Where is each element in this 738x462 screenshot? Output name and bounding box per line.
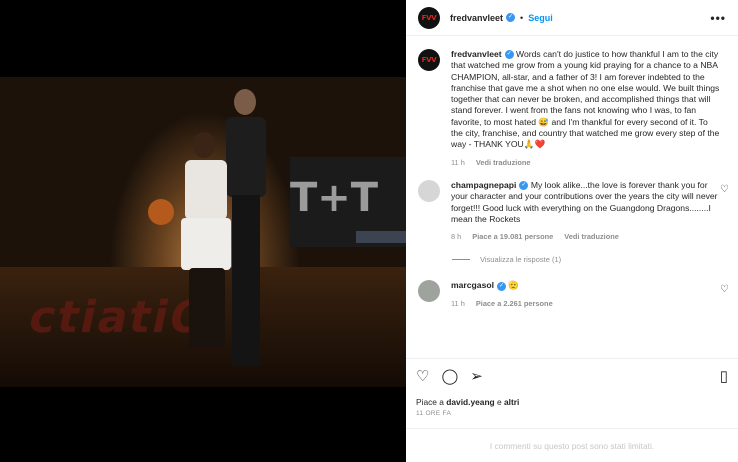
- comment-item: marcgasol ✓ 🫡 11 h Piace a 2.261 persone ♡: [406, 264, 738, 309]
- follow-button[interactable]: Segui: [528, 13, 553, 23]
- verified-badge-icon: ✓: [506, 13, 516, 22]
- likes-others-link[interactable]: altri: [504, 397, 519, 407]
- verified-badge-icon: ✓: [504, 50, 514, 60]
- liker-username[interactable]: david.yeang: [446, 397, 494, 407]
- post-media-pane: T+T ctiatiO: [0, 0, 406, 462]
- comment-item: champagnepapi ✓ My look alike...the love …: [406, 168, 738, 242]
- heart-icon[interactable]: ♡: [416, 367, 429, 385]
- scorer-table: [356, 231, 406, 243]
- caption: FVV fredvanvleet ✓ Words can't do justice…: [406, 37, 738, 168]
- more-options-icon[interactable]: •••: [710, 11, 726, 25]
- caption-time[interactable]: 11 h: [451, 158, 465, 167]
- separator-dot: •: [520, 12, 524, 23]
- post-date[interactable]: 11 ORE FA: [416, 410, 728, 417]
- post-photo[interactable]: T+T ctiatiO: [0, 77, 406, 387]
- comments-list[interactable]: FVV fredvanvleet ✓ Words can't do justice…: [406, 37, 738, 357]
- comment-likes[interactable]: Piace a 19.081 persone: [472, 232, 553, 241]
- verified-badge-icon: ✓: [519, 181, 529, 191]
- comment-avatar[interactable]: [418, 179, 440, 202]
- post-header: FVV fredvanvleet ✓ • Segui •••: [406, 0, 738, 36]
- sign-text: T+T: [290, 175, 379, 221]
- caption-username[interactable]: fredvanvleet: [451, 49, 502, 59]
- comment-avatar[interactable]: [418, 280, 440, 303]
- comment-icon[interactable]: ◯: [441, 367, 458, 385]
- comment-username[interactable]: marcgasol: [451, 280, 494, 290]
- author-username[interactable]: fredvanvleet: [450, 13, 503, 23]
- comment-translate-link[interactable]: Vedi traduzione: [564, 232, 619, 241]
- comment-likes[interactable]: Piace a 2.261 persone: [476, 299, 553, 308]
- comment-text: 🫡: [508, 280, 520, 291]
- caption-translate-link[interactable]: Vedi traduzione: [476, 158, 531, 167]
- avatar-monogram: FVV: [421, 13, 437, 22]
- comment-like-heart-icon[interactable]: ♡: [720, 284, 729, 295]
- share-icon[interactable]: ➢: [470, 367, 483, 385]
- author-avatar[interactable]: FVV: [418, 6, 440, 29]
- caption-avatar[interactable]: FVV: [418, 49, 440, 71]
- basketball: [148, 199, 174, 225]
- comment-time[interactable]: 8 h: [451, 232, 461, 241]
- likes-summary: Piace a david.yeang e altri: [416, 397, 520, 407]
- player-figure: [175, 132, 235, 387]
- comment-like-heart-icon[interactable]: ♡: [720, 184, 729, 195]
- view-replies-button[interactable]: Visualizza le risposte (1): [406, 255, 738, 264]
- caption-text: Words can't do justice to how thankful I…: [451, 49, 720, 150]
- comment-username[interactable]: champagnepapi: [451, 180, 516, 190]
- post-actions: ♡ ◯ ➢ ▯ Piace a david.yeang e altri 11 O…: [406, 358, 738, 417]
- comments-limited-notice: I commenti su questo post sono stati lim…: [406, 428, 738, 451]
- post-sidebar: FVV fredvanvleet ✓ • Segui ••• FVV fredv…: [406, 0, 738, 462]
- comment-time[interactable]: 11 h: [451, 299, 465, 308]
- bookmark-icon[interactable]: ▯: [720, 367, 728, 385]
- verified-badge-icon: ✓: [497, 281, 506, 291]
